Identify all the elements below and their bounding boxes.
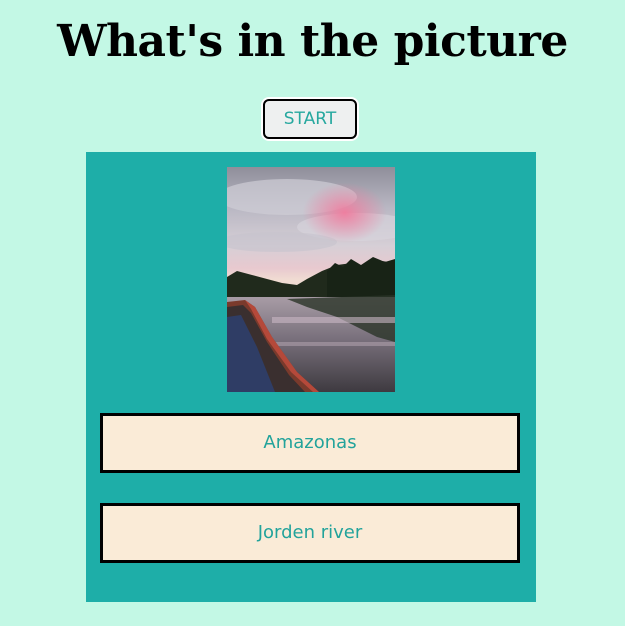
answer-button-jorden-river[interactable]: Jorden river [100, 503, 520, 563]
answer-button-amazonas[interactable]: Amazonas [100, 413, 520, 473]
quiz-photo [227, 167, 395, 392]
start-button[interactable]: START [263, 99, 357, 139]
quiz-panel: Amazonas Jorden river [86, 152, 536, 602]
page-title: What's in the picture [57, 16, 568, 67]
